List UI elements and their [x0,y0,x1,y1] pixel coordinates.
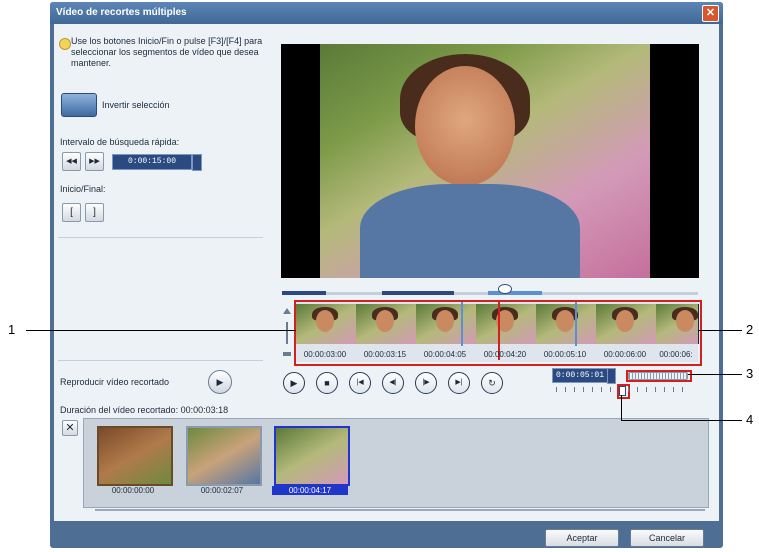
start-end-label: Inicio/Final: [60,184,106,194]
clip-timecode: 00:00:02:07 [200,486,244,495]
clip-timecode-selected: 00:00:04:17 [272,486,348,495]
previous-frame-button[interactable]: ◀| [382,372,404,394]
start-marker-button[interactable]: [ [62,203,81,222]
left-divider-bottom [58,360,263,361]
title-bar: Vídeo de recortes múltiples ✕ [50,2,723,24]
trimmed-clip-selected[interactable] [274,426,350,486]
video-figure-shirt [360,184,580,278]
dialog-footer [54,521,719,545]
rewind-button[interactable]: ◀◀ [62,152,81,171]
selected-segment [382,291,454,295]
hint-text: Use los botones Inicio/Fin o pulse [F3]/… [71,36,263,68]
play-trimmed-label: Reproducir vídeo recortado [60,377,170,387]
current-timecode[interactable]: 0:00:05:01 [552,368,608,383]
scrubber-handle[interactable] [498,284,512,294]
interval-label: Intervalo de búsqueda rápida: [60,137,180,147]
bin-scrollbar[interactable] [95,509,705,511]
callout-4: 4 [746,412,754,427]
interval-spinner[interactable] [192,154,202,171]
home-button[interactable]: |◀ [349,372,371,394]
callout-line-1 [26,330,296,331]
trimmed-clip[interactable] [97,426,173,486]
callout-1: 1 [8,322,16,337]
play-trimmed-button[interactable]: ▶ [208,370,232,394]
zoom-level-slider[interactable] [628,372,688,380]
invert-selection-label[interactable]: Invertir selección [102,100,170,110]
trimmed-clip[interactable] [186,426,262,486]
end-marker-button[interactable]: ] [85,203,104,222]
close-button[interactable]: ✕ [702,5,719,22]
repeat-button[interactable]: ↻ [481,372,503,394]
filmstrip-highlight [294,300,702,366]
zoom-out-icon[interactable] [283,352,291,356]
callout-3: 3 [746,366,754,381]
callout-2: 2 [746,322,754,337]
trimmed-clips-bin [83,418,709,508]
video-figure-face [415,66,515,186]
timecode-spinner[interactable] [607,368,616,384]
next-frame-button[interactable]: |▶ [415,372,437,394]
callout-line-4-vertical [621,395,622,420]
dialog-title: Vídeo de recortes múltiples [56,7,187,18]
left-divider [58,237,263,238]
callout-line-4 [621,420,742,421]
play-button[interactable]: ▶ [283,372,305,394]
callout-line-3 [688,374,742,375]
hint-icon [59,38,71,50]
cancel-button[interactable]: Cancelar [630,529,704,547]
delete-clip-button[interactable]: ✕ [62,420,78,436]
video-preview [281,44,699,278]
callout-line-2 [698,330,742,331]
selected-segment [282,291,326,295]
zoom-slider[interactable] [286,322,288,344]
trimmed-duration: Duración del vídeo recortado: 00:00:03:1… [60,405,229,415]
video-frame [320,44,650,278]
selected-segment [488,291,542,295]
stop-button[interactable]: ■ [316,372,338,394]
invert-selection-icon[interactable] [61,93,97,117]
fast-forward-button[interactable]: ▶▶ [85,152,104,171]
accept-button[interactable]: Aceptar [545,529,619,547]
clip-timecode: 00:00:00:00 [111,486,155,495]
end-button[interactable]: ▶| [448,372,470,394]
interval-time-field[interactable]: 0:00:15:00 [112,154,192,170]
